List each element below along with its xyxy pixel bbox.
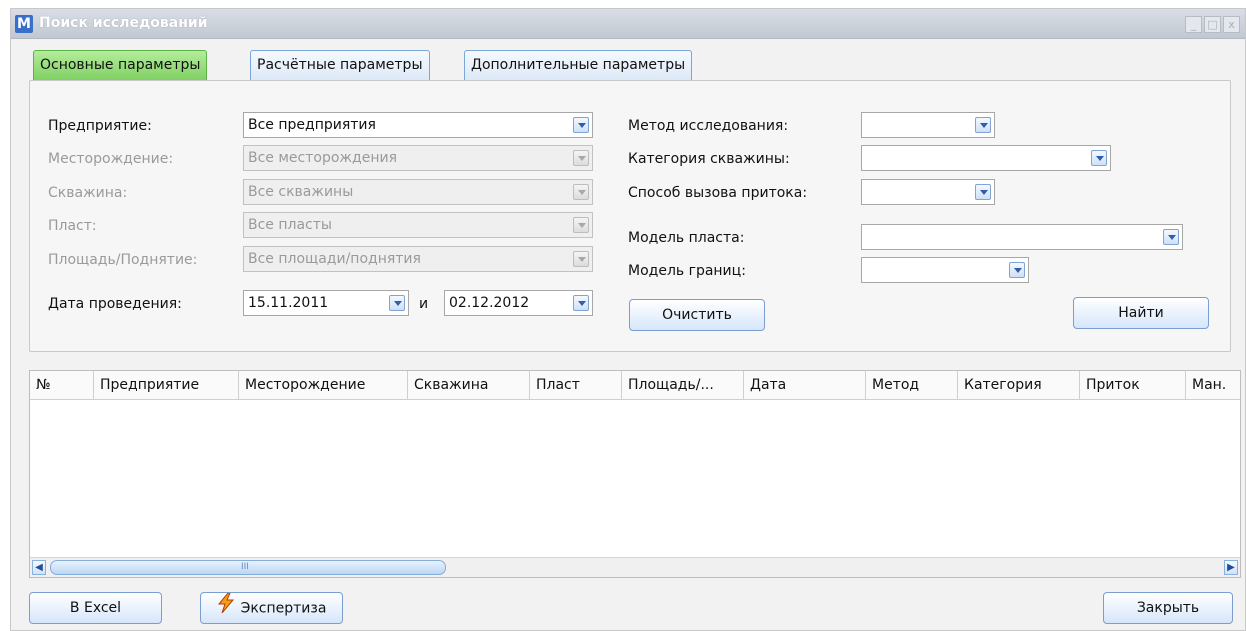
layer-select: Все пласты (243, 212, 593, 238)
find-button[interactable]: Найти (1073, 297, 1209, 329)
expertise-button[interactable]: Экспертиза (200, 592, 343, 624)
boundary-model-label: Модель границ: (628, 263, 746, 279)
title-bar[interactable]: M Поиск исследований _ □ x (11, 9, 1245, 39)
date-conjunction: и (419, 296, 429, 312)
table-header: № Предприятие Месторождение Скважина Пла… (30, 371, 1240, 400)
tab-extra-params[interactable]: Дополнительные параметры (464, 50, 693, 80)
enterprise-select[interactable]: Все предприятия (243, 112, 593, 138)
chevron-down-icon[interactable] (1163, 229, 1179, 245)
layer-model-select[interactable] (861, 224, 1183, 250)
area-label: Площадь/Поднятие: (48, 252, 198, 268)
method-label: Метод исследования: (628, 118, 789, 134)
scroll-left-icon[interactable]: ◀ (32, 560, 46, 575)
chevron-down-icon (573, 150, 589, 166)
close-icon: x (1228, 18, 1235, 31)
expertise-button-label: Экспертиза (240, 600, 327, 617)
layer-value: Все пласты (248, 217, 332, 233)
category-label: Категория скважины: (628, 151, 790, 167)
chevron-down-icon (573, 184, 589, 200)
tab-main-params[interactable]: Основные параметры (33, 50, 208, 80)
minimize-icon: _ (1190, 18, 1197, 31)
lightning-icon (217, 592, 235, 624)
column-header-number[interactable]: № (30, 371, 94, 400)
date-from-value: 15.11.2011 (248, 295, 329, 311)
close-button[interactable]: Закрыть (1103, 592, 1233, 624)
enterprise-label: Предприятие: (48, 118, 152, 134)
area-value: Все площади/поднятия (248, 251, 421, 267)
column-header-manometer[interactable]: Ман. (1186, 371, 1242, 400)
chevron-down-icon (573, 217, 589, 233)
area-select: Все площади/поднятия (243, 246, 593, 272)
chevron-down-icon[interactable] (573, 117, 589, 133)
layer-model-label: Модель пласта: (628, 230, 745, 246)
maximize-button[interactable]: □ (1204, 16, 1221, 33)
app-logo-icon: M (15, 15, 33, 33)
chevron-down-icon[interactable] (975, 117, 991, 133)
field-value: Все месторождения (248, 150, 397, 166)
date-label: Дата проведения: (48, 296, 182, 312)
date-from-picker[interactable]: 15.11.2011 (243, 290, 409, 316)
maximize-icon: □ (1207, 18, 1218, 31)
chevron-down-icon[interactable] (1091, 150, 1107, 166)
well-value: Все скважины (248, 184, 354, 200)
chevron-down-icon[interactable] (389, 295, 405, 311)
column-header-well[interactable]: Скважина (408, 371, 530, 400)
column-header-method[interactable]: Метод (866, 371, 958, 400)
enterprise-value: Все предприятия (248, 117, 376, 133)
column-header-inflow[interactable]: Приток (1080, 371, 1186, 400)
column-header-area[interactable]: Площадь/... (622, 371, 744, 400)
category-select[interactable] (861, 145, 1111, 171)
column-header-field[interactable]: Месторождение (239, 371, 408, 400)
results-table[interactable]: № Предприятие Месторождение Скважина Пла… (29, 370, 1241, 578)
column-header-layer[interactable]: Пласт (530, 371, 622, 400)
minimize-button[interactable]: _ (1185, 16, 1202, 33)
date-to-picker[interactable]: 02.12.2012 (444, 290, 593, 316)
chevron-down-icon[interactable] (1009, 262, 1025, 278)
export-excel-button[interactable]: В Excel (29, 592, 162, 624)
column-header-enterprise[interactable]: Предприятие (94, 371, 239, 400)
layer-label: Пласт: (48, 218, 97, 234)
inflow-select[interactable] (861, 179, 995, 205)
date-to-value: 02.12.2012 (449, 295, 530, 311)
horizontal-scrollbar[interactable]: ◀ III ▶ (30, 557, 1240, 577)
window-title: Поиск исследований (39, 15, 208, 31)
chevron-down-icon[interactable] (975, 184, 991, 200)
field-label: Месторождение: (48, 151, 174, 167)
well-select: Все скважины (243, 179, 593, 205)
chevron-down-icon[interactable] (573, 295, 589, 311)
inflow-label: Способ вызова притока: (628, 185, 808, 201)
scroll-grip: III (241, 562, 249, 572)
chevron-down-icon (573, 251, 589, 267)
close-window-button[interactable]: x (1223, 16, 1240, 33)
column-header-date[interactable]: Дата (744, 371, 866, 400)
method-select[interactable] (861, 112, 995, 138)
column-header-category[interactable]: Категория (958, 371, 1080, 400)
well-label: Скважина: (48, 185, 128, 201)
clear-button[interactable]: Очистить (629, 299, 765, 331)
boundary-model-select[interactable] (861, 257, 1029, 283)
tab-calc-params[interactable]: Расчётные параметры (250, 50, 430, 80)
scroll-thumb[interactable]: III (50, 560, 446, 575)
field-select: Все месторождения (243, 145, 593, 171)
scroll-right-icon[interactable]: ▶ (1224, 560, 1238, 575)
